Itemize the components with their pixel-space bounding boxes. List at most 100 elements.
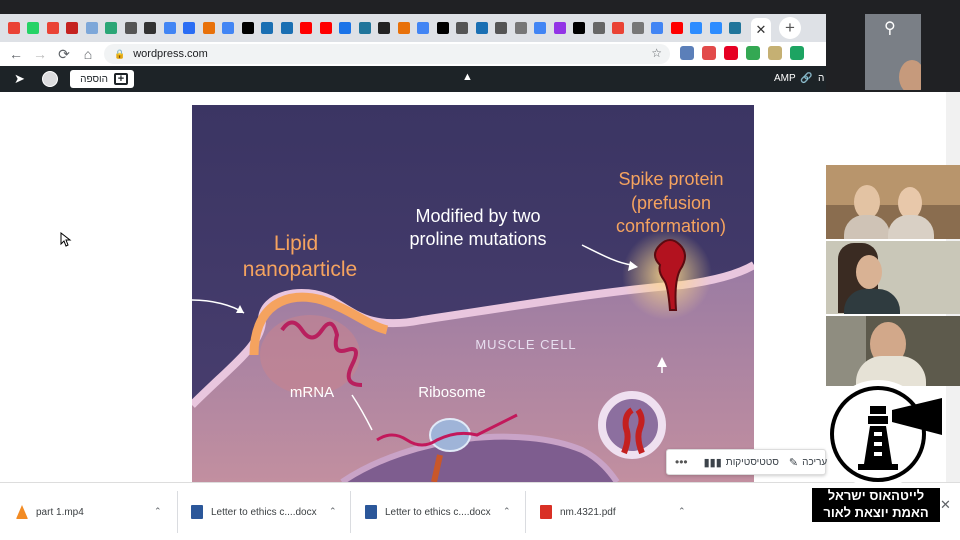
arrow-right-icon: → [33, 46, 47, 62]
new-tab-button[interactable]: + [779, 17, 801, 39]
extension-icon[interactable] [768, 46, 782, 60]
favicon-icon [163, 22, 176, 34]
forward-button[interactable]: → [28, 42, 52, 66]
favicon-icon [183, 22, 195, 34]
browser-tab[interactable] [609, 20, 628, 36]
browser-tab[interactable] [277, 20, 296, 36]
favicon-icon [651, 22, 663, 34]
browser-tab[interactable] [550, 20, 569, 36]
download-item-3[interactable]: Letter to ethics c....docx ⌃ [365, 497, 511, 527]
favicon-icon [475, 22, 488, 34]
reload-button[interactable]: ⟳ [52, 42, 76, 66]
label-mutations-line2: proline mutations [409, 229, 546, 249]
download-item-2[interactable]: Letter to ethics c....docx ⌃ [191, 497, 337, 527]
lipid-nanoparticle-core [260, 315, 360, 395]
browser-tab[interactable] [414, 20, 433, 36]
favicon-icon [66, 22, 78, 34]
stats-icon: ▮▮▮ [703, 456, 722, 469]
browser-toolbar: ← → ⟳ ⌂ 🔒 wordpress.com ☆ [0, 42, 826, 66]
browser-tab[interactable] [472, 20, 491, 36]
back-button[interactable]: ← [4, 42, 28, 66]
collapse-icon[interactable]: ▲ [462, 71, 473, 83]
extension-icon[interactable] [790, 46, 804, 60]
browser-tab[interactable] [4, 20, 23, 36]
favicon-icon [592, 22, 605, 34]
close-tab-icon[interactable]: ✕ [756, 22, 767, 38]
favicon-icon [280, 22, 293, 34]
extension-icon[interactable] [680, 46, 694, 60]
extension-icon[interactable] [702, 46, 716, 60]
browser-tab[interactable] [531, 20, 550, 36]
browser-tab[interactable] [141, 20, 160, 36]
browser-tab[interactable] [433, 20, 452, 36]
browser-tab[interactable] [706, 20, 725, 36]
browser-tab[interactable] [570, 20, 589, 36]
favicon-icon [514, 22, 527, 34]
chevron-up-icon[interactable]: ⌃ [329, 506, 337, 517]
browser-tab[interactable] [648, 20, 667, 36]
reload-icon: ⟳ [58, 45, 70, 62]
label-lipid-line2: nanoparticle [243, 258, 357, 281]
browser-tab[interactable] [492, 20, 511, 36]
new-post-button[interactable]: הוספה + [70, 70, 134, 88]
arrow-left-icon: ← [9, 46, 23, 62]
chevron-up-icon[interactable]: ⌃ [678, 506, 686, 517]
browser-tab[interactable] [199, 20, 218, 36]
browser-tab[interactable] [258, 20, 277, 36]
browser-tab[interactable] [63, 20, 82, 36]
chevron-up-icon[interactable]: ⌃ [154, 506, 162, 517]
browser-tab[interactable] [121, 20, 140, 36]
download-filename: Letter to ethics c....docx [385, 506, 491, 518]
browser-tab[interactable] [160, 20, 179, 36]
post-stats-bar: ••• ▮▮▮ סטטיסטיקות ✎ עריכה [666, 449, 827, 475]
browser-tab[interactable] [589, 20, 608, 36]
browser-tab[interactable] [180, 20, 199, 36]
extension-icon[interactable] [724, 46, 738, 60]
chevron-up-icon[interactable]: ⌃ [503, 506, 511, 517]
browser-tab[interactable] [375, 20, 394, 36]
browser-tab[interactable] [297, 20, 316, 36]
label-spike-line1: Spike protein [618, 169, 723, 189]
download-item-4[interactable]: nm.4321.pdf ⌃ [540, 497, 686, 527]
avatar[interactable] [42, 71, 58, 87]
browser-tab[interactable] [355, 20, 374, 36]
url-text: wordpress.com [133, 48, 208, 60]
label-spike-line3: conformation) [616, 216, 726, 236]
favicon-icon [436, 22, 449, 34]
address-bar[interactable]: 🔒 wordpress.com ☆ [104, 44, 670, 64]
browser-tab[interactable] [336, 20, 355, 36]
stats-link[interactable]: סטטיסטיקות [726, 457, 779, 468]
browser-tab[interactable] [511, 20, 530, 36]
label-mrna: mRNA [290, 384, 334, 401]
favicon-icon [339, 22, 351, 34]
bookmark-star-icon[interactable]: ☆ [651, 46, 662, 60]
browser-tab[interactable] [102, 20, 121, 36]
browser-tab[interactable] [394, 20, 413, 36]
browser-tab[interactable] [726, 20, 745, 36]
favicon-icon [397, 22, 410, 34]
pin-icon[interactable]: ➤ [14, 71, 25, 87]
active-tab[interactable]: ✕ [751, 18, 771, 42]
vesicle [598, 391, 666, 459]
browser-tab[interactable] [82, 20, 101, 36]
amp-label[interactable]: AMP [774, 73, 796, 84]
browser-tab[interactable] [316, 20, 335, 36]
screen: ✕ + ← → ⟳ ⌂ 🔒 wordpress.com ☆ ➤ הוספה + ▲… [0, 0, 960, 540]
browser-tab[interactable] [238, 20, 257, 36]
browser-tab[interactable] [628, 20, 647, 36]
browser-tab[interactable] [43, 20, 62, 36]
browser-tab[interactable] [687, 20, 706, 36]
browser-tab[interactable] [24, 20, 43, 36]
home-button[interactable]: ⌂ [76, 42, 100, 66]
plus-icon: + [114, 73, 128, 85]
more-options-icon[interactable]: ••• [675, 455, 688, 469]
label-muscle-cell: MUSCLE CELL [475, 337, 576, 352]
link-icon[interactable]: 🔗 [800, 73, 812, 84]
extension-icon[interactable] [746, 46, 760, 60]
browser-tab[interactable] [453, 20, 472, 36]
browser-tab[interactable] [219, 20, 238, 36]
favicon-icon [241, 22, 254, 34]
browser-tab[interactable] [667, 20, 686, 36]
favicon-icon [729, 22, 741, 34]
download-item-1[interactable]: part 1.mp4 ⌃ [16, 497, 162, 527]
